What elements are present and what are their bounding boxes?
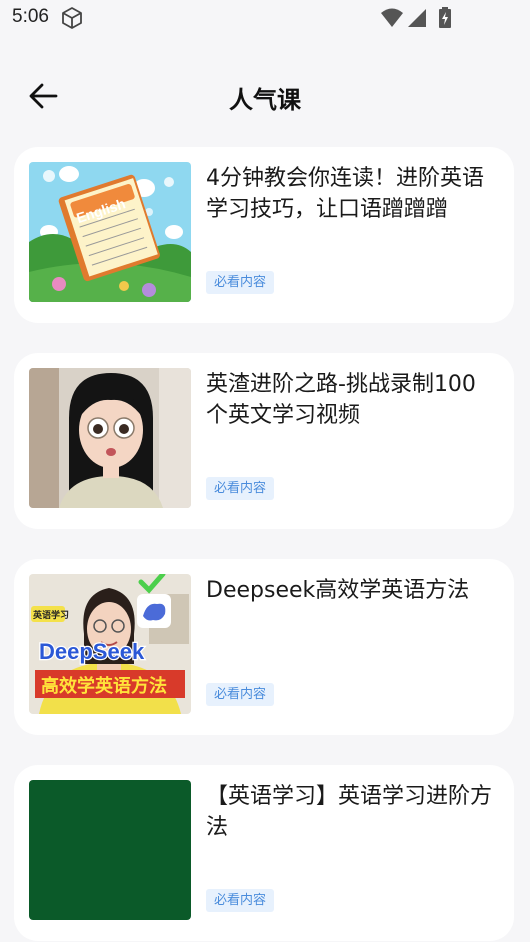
must-see-badge: 必看内容 xyxy=(206,683,275,706)
course-thumbnail: English xyxy=(29,162,191,302)
course-thumbnail xyxy=(29,368,191,508)
header: 人气课 xyxy=(0,60,530,130)
must-see-badge: 必看内容 xyxy=(206,271,275,294)
course-card[interactable]: 【英语学习】英语学习进阶方法 必看内容 xyxy=(14,765,514,941)
svg-text:英语学习: 英语学习 xyxy=(32,609,69,621)
must-see-badge: 必看内容 xyxy=(206,477,275,500)
course-title: 4分钟教会你连读！进阶英语学习技巧，让口语蹭蹭蹭 xyxy=(206,166,484,222)
course-thumbnail: 英语学习 DeepSeek 高效学英语方法 xyxy=(29,574,191,714)
status-time: 5:06 xyxy=(12,6,49,27)
svg-text:DeepSeek: DeepSeek xyxy=(39,639,145,664)
status-bar: 5:06 xyxy=(0,0,530,36)
course-card[interactable]: 英语学习 DeepSeek 高效学英语方法 Deepseek高效学英语方法 必看… xyxy=(14,559,514,735)
cellular-signal-icon xyxy=(408,9,426,27)
course-card[interactable]: English 4分钟教会你连读！进阶英语学习技巧，让口语蹭蹭蹭 必看内容 xyxy=(14,147,514,323)
cube-icon xyxy=(60,6,84,30)
svg-text:高效学英语方法: 高效学英语方法 xyxy=(41,675,167,697)
battery-icon xyxy=(439,7,451,28)
course-title: 【英语学习】英语学习进阶方法 xyxy=(206,784,493,840)
page-title: 人气课 xyxy=(229,86,301,114)
course-title: 英渣进阶之路-挑战录制100个英文学习视频 xyxy=(206,372,476,428)
must-see-badge: 必看内容 xyxy=(206,889,275,912)
course-card[interactable]: 英渣进阶之路-挑战录制100个英文学习视频 必看内容 xyxy=(14,353,514,529)
course-thumbnail xyxy=(29,780,191,920)
course-title: Deepseek高效学英语方法 xyxy=(206,578,470,603)
wifi-icon xyxy=(381,8,403,27)
